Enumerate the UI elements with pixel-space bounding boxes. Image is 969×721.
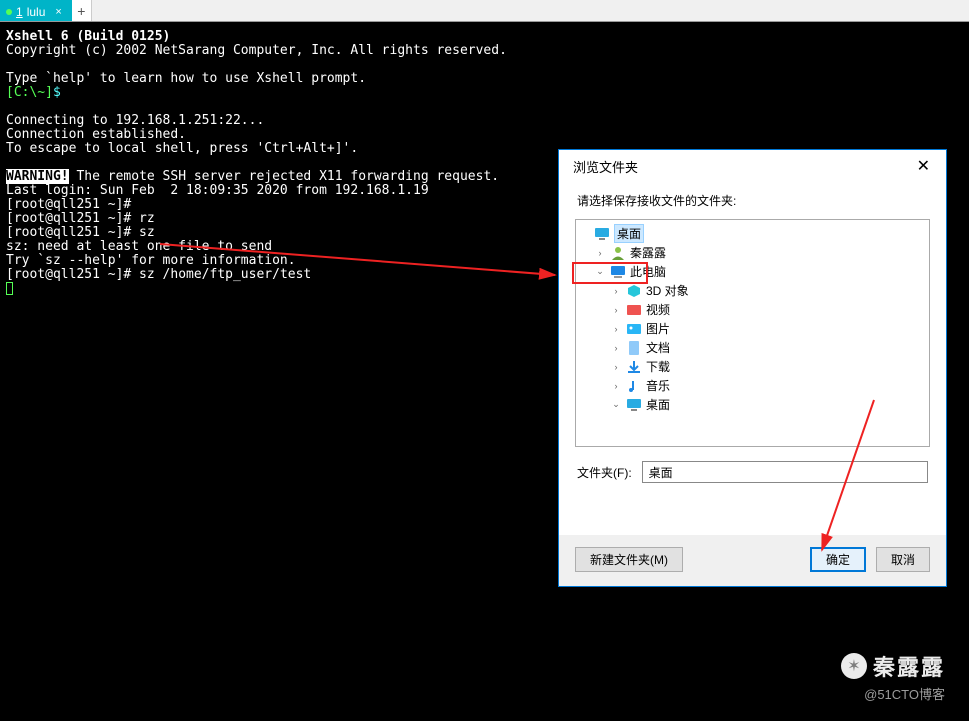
terminal-line: Type `help' to learn how to use Xshell p… (6, 71, 366, 86)
terminal-prompt: [C:\~] (6, 85, 53, 100)
chevron-right-icon[interactable]: › (610, 362, 622, 372)
tab-close-icon[interactable]: × (55, 6, 61, 18)
folder-input[interactable] (642, 461, 928, 483)
tree-item-music[interactable]: › 音乐 (576, 376, 929, 395)
terminal-cmd: rz (131, 211, 154, 226)
terminal-cursor (6, 282, 13, 295)
chevron-right-icon[interactable]: › (610, 305, 622, 315)
tree-item-videos[interactable]: › 视频 (576, 300, 929, 319)
terminal-cmd: sz /home/ftp_user/test (131, 267, 311, 282)
computer-icon (610, 264, 626, 280)
terminal-warning-badge: WARNING! (6, 169, 69, 184)
new-folder-button[interactable]: 新建文件夹(M) (575, 547, 683, 572)
tab-index: 1 (16, 5, 23, 19)
dialog-body: 请选择保存接收文件的文件夹: 桌面 › 秦露露 ⌄ 此电脑 › 3D 对象 (559, 182, 946, 535)
tree-label: 视频 (646, 301, 670, 318)
browse-folder-dialog: 浏览文件夹 ✕ 请选择保存接收文件的文件夹: 桌面 › 秦露露 ⌄ 此电脑 › (558, 149, 947, 587)
tree-label: 桌面 (614, 224, 644, 243)
folder-label: 文件夹(F): (577, 464, 632, 481)
terminal-cmd: sz (131, 225, 154, 240)
terminal-line: Last login: Sun Feb 2 18:09:35 2020 from… (6, 183, 429, 198)
terminal-line: Xshell 6 (Build 0125) (6, 29, 170, 44)
terminal-line: Copyright (c) 2002 NetSarang Computer, I… (6, 43, 507, 58)
terminal-ps1: [root@qll251 ~]# (6, 267, 131, 282)
monitor-icon (626, 397, 642, 413)
tab-label: lulu (27, 5, 46, 19)
terminal-line: Connection established. (6, 127, 186, 142)
dialog-prompt: 请选择保存接收文件的文件夹: (577, 192, 930, 209)
terminal-prompt-dollar: $ (53, 85, 61, 100)
tree-item-pictures[interactable]: › 图片 (576, 319, 929, 338)
tree-item-downloads[interactable]: › 下载 (576, 357, 929, 376)
tab-active[interactable]: 1 lulu × (0, 0, 72, 21)
download-icon (626, 359, 642, 375)
terminal-line: Try `sz --help' for more information. (6, 253, 296, 268)
tree-label: 音乐 (646, 377, 670, 394)
dialog-title: 浏览文件夹 (573, 157, 638, 176)
tree-label: 图片 (646, 320, 670, 337)
tree-item-user[interactable]: › 秦露露 (576, 243, 929, 262)
terminal-line: The remote SSH server rejected X11 forwa… (69, 169, 499, 184)
tree-item-desktop2[interactable]: ⌄ 桌面 (576, 395, 929, 414)
tree-label: 此电脑 (630, 263, 666, 280)
tree-label: 下载 (646, 358, 670, 375)
tab-add-button[interactable]: + (72, 0, 92, 21)
cube-icon (626, 283, 642, 299)
chevron-right-icon[interactable]: › (610, 286, 622, 296)
tree-item-desktop[interactable]: 桌面 (576, 224, 929, 243)
document-icon (626, 340, 642, 356)
picture-icon (626, 321, 642, 337)
terminal-ps1: [root@qll251 ~]# (6, 211, 131, 226)
tab-bar: 1 lulu × + (0, 0, 969, 22)
folder-path-row: 文件夹(F): (577, 461, 928, 483)
tree-label: 文档 (646, 339, 670, 356)
terminal-line: sz: need at least one file to send (6, 239, 272, 254)
chevron-right-icon[interactable]: › (610, 324, 622, 334)
status-dot-icon (6, 9, 12, 15)
chevron-down-icon[interactable]: ⌄ (594, 266, 606, 277)
folder-tree[interactable]: 桌面 › 秦露露 ⌄ 此电脑 › 3D 对象 › 视频 (575, 219, 930, 447)
chevron-right-icon[interactable]: › (610, 381, 622, 391)
cancel-button[interactable]: 取消 (876, 547, 930, 572)
dialog-button-row: 新建文件夹(M) 确定 取消 (559, 535, 946, 586)
ok-button[interactable]: 确定 (810, 547, 866, 572)
tree-item-thispc[interactable]: ⌄ 此电脑 (576, 262, 929, 281)
tree-label: 桌面 (646, 396, 670, 413)
terminal-ps1: [root@qll251 ~]# (6, 225, 131, 240)
terminal-ps1: [root@qll251 ~]# (6, 197, 131, 212)
terminal-line: Connecting to 192.168.1.251:22... (6, 113, 264, 128)
close-icon[interactable]: ✕ (909, 152, 938, 180)
chevron-right-icon[interactable]: › (610, 343, 622, 353)
user-icon (610, 245, 626, 261)
tree-label: 秦露露 (630, 244, 666, 261)
monitor-icon (594, 226, 610, 242)
tree-item-documents[interactable]: › 文档 (576, 338, 929, 357)
video-icon (626, 302, 642, 318)
chevron-right-icon[interactable]: › (594, 248, 606, 258)
dialog-titlebar: 浏览文件夹 ✕ (559, 150, 946, 182)
terminal-line: To escape to local shell, press 'Ctrl+Al… (6, 141, 358, 156)
music-icon (626, 378, 642, 394)
tree-item-3dobjects[interactable]: › 3D 对象 (576, 281, 929, 300)
chevron-down-icon[interactable]: ⌄ (610, 399, 622, 410)
tree-label: 3D 对象 (646, 282, 689, 299)
